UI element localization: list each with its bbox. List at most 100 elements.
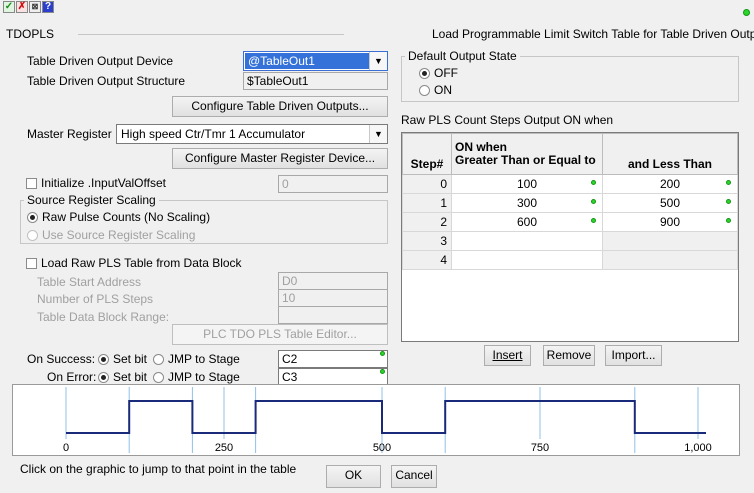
tick-label: 0 <box>63 442 69 454</box>
init-offset-field: 0 <box>278 175 388 193</box>
on-error-label: On Error: <box>47 370 97 384</box>
error-set-bit-label: Set bit <box>113 370 148 384</box>
ge-status-icon <box>591 180 596 185</box>
remove-button[interactable]: Remove <box>543 345 595 366</box>
default-off-radio[interactable] <box>419 68 430 79</box>
scaling-source-radio[interactable] <box>27 230 38 241</box>
instruction-description: Load Programmable Limit Switch Table for… <box>432 27 754 41</box>
success-set-bit-radio[interactable] <box>98 354 109 365</box>
master-register-select[interactable]: High speed Ctr/Tmr 1 Accumulator ▼ <box>116 124 388 144</box>
num-steps-field: 10 <box>278 289 388 307</box>
ge-cell[interactable]: 100 <box>451 174 603 194</box>
instruction-name: TDOPLS <box>6 27 55 41</box>
col-ge-line2: Greater Than or Equal to <box>455 153 596 167</box>
header-divider <box>78 34 344 35</box>
num-steps-label: Number of PLS Steps <box>37 292 154 306</box>
close-icon[interactable]: ✗ <box>16 1 28 13</box>
ge-value: 300 <box>516 196 538 210</box>
error-jmp-radio[interactable] <box>153 372 164 383</box>
output-structure-label: Table Driven Output Structure <box>27 74 186 88</box>
ge-cell[interactable] <box>451 231 603 251</box>
check-icon[interactable]: ✓ <box>3 1 15 13</box>
table-start-label: Table Start Address <box>37 275 142 289</box>
pls-table-panel: Step# ON when Greater Than or Equal to a… <box>401 132 739 342</box>
lt-status-icon <box>726 199 731 204</box>
import-button-label: Import... <box>611 348 656 362</box>
success-field[interactable]: C2 <box>278 350 388 368</box>
col-ge-line1: ON when <box>455 140 508 154</box>
step-cell: 3 <box>402 231 452 251</box>
table-row[interactable]: 1 300 500 <box>402 193 738 213</box>
tick-label: 500 <box>373 442 391 454</box>
lt-cell[interactable] <box>602 250 738 270</box>
default-off-label: OFF <box>434 66 458 80</box>
default-on-radio[interactable] <box>419 85 430 96</box>
step-cell: 0 <box>402 174 452 194</box>
lt-cell[interactable]: 900 <box>602 212 738 232</box>
step-cell: 1 <box>402 193 452 213</box>
ge-value: 600 <box>516 215 538 229</box>
success-value: C2 <box>282 352 298 366</box>
insert-button[interactable]: Insert <box>484 345 531 366</box>
configure-master-button[interactable]: Configure Master Register Device... <box>172 148 388 169</box>
scaling-raw-radio[interactable] <box>27 212 38 223</box>
lt-cell[interactable] <box>602 231 738 251</box>
table-editor-button[interactable]: PLC TDO PLS Table Editor... <box>172 324 388 345</box>
on-success-label: On Success: <box>27 352 96 366</box>
ok-button[interactable]: OK <box>326 465 381 488</box>
error-jmp-label: JMP to Stage <box>168 370 240 384</box>
table-row[interactable]: 2 600 900 <box>402 212 738 232</box>
lt-status-icon <box>726 180 731 185</box>
ge-cell[interactable]: 300 <box>451 193 603 213</box>
ge-status-icon <box>591 218 596 223</box>
import-button[interactable]: Import... <box>605 345 662 366</box>
remove-button-label: Remove <box>546 348 592 362</box>
pls-graph[interactable]: 0 250 500 750 1,000 <box>12 384 740 456</box>
col-lt-header: and Less Than <box>602 133 738 175</box>
pls-waveform <box>66 400 706 434</box>
default-on-label: ON <box>434 83 452 97</box>
tick-label: 750 <box>531 442 549 454</box>
graph-hint: Click on the graphic to jump to that poi… <box>20 462 297 476</box>
error-status-icon <box>380 369 385 374</box>
configure-outputs-button[interactable]: Configure Table Driven Outputs... <box>172 96 388 117</box>
success-status-icon <box>380 351 385 356</box>
pls-table: Step# ON when Greater Than or Equal to a… <box>402 133 738 270</box>
chevron-down-icon[interactable]: ▼ <box>369 52 387 70</box>
step-cell: 2 <box>402 212 452 232</box>
lt-cell[interactable]: 500 <box>602 193 738 213</box>
table-start-field: D0 <box>278 272 388 290</box>
success-jmp-label: JMP to Stage <box>168 352 240 366</box>
load-from-block-label: Load Raw PLS Table from Data Block <box>41 256 242 270</box>
error-set-bit-radio[interactable] <box>98 372 109 383</box>
output-device-value: @TableOut1 <box>245 53 369 69</box>
default-state-label: Default Output State <box>405 49 520 63</box>
lt-status-icon <box>726 218 731 223</box>
load-from-block-checkbox[interactable] <box>26 258 37 269</box>
status-indicator <box>743 9 750 16</box>
lt-value: 900 <box>659 215 681 229</box>
ge-cell[interactable] <box>451 250 603 270</box>
master-register-value: High speed Ctr/Tmr 1 Accumulator <box>121 127 306 141</box>
step-cell: 4 <box>402 250 452 270</box>
cancel-button[interactable]: Cancel <box>391 465 437 488</box>
table-row[interactable]: 0 100 200 <box>402 174 738 194</box>
col-ge-header: ON when Greater Than or Equal to <box>451 133 603 175</box>
insert-button-label: Insert <box>492 348 523 362</box>
help-icon[interactable]: ? <box>42 1 54 13</box>
output-device-select[interactable]: @TableOut1 ▼ <box>243 51 388 71</box>
ge-cell[interactable]: 600 <box>451 212 603 232</box>
table-row[interactable]: 3 <box>402 231 738 251</box>
table-title: Raw PLS Count Steps Output ON when <box>401 113 614 127</box>
chevron-down-icon[interactable]: ▼ <box>369 125 387 143</box>
lt-cell[interactable]: 200 <box>602 174 738 194</box>
cross-icon[interactable]: ⊠ <box>29 1 41 13</box>
col-step-header: Step# <box>402 133 452 175</box>
init-offset-checkbox[interactable] <box>26 178 37 189</box>
pls-graph-svg[interactable]: 0 250 500 750 1,000 <box>13 385 739 455</box>
lt-value: 500 <box>659 196 681 210</box>
table-row[interactable]: 4 <box>402 250 738 270</box>
tick-label: 1,000 <box>684 442 712 454</box>
error-value: C3 <box>282 370 298 384</box>
success-jmp-radio[interactable] <box>153 354 164 365</box>
